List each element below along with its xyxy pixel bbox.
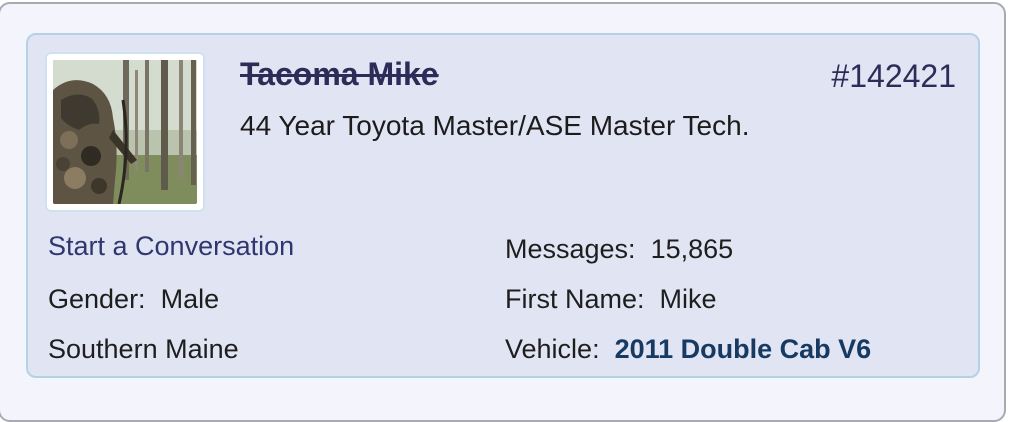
messages-label: Messages: — [505, 234, 636, 264]
vehicle-label: Vehicle: — [505, 334, 600, 364]
location: Southern Maine — [48, 334, 239, 364]
gender-value: Male — [160, 284, 220, 314]
gender-label: Gender: — [48, 284, 146, 314]
user-title: 44 Year Toyota Master/ASE Master Tech. — [240, 110, 750, 141]
vehicle-value: 2011 Double Cab V6 — [614, 334, 872, 364]
gender-row: Gender: Male — [48, 284, 219, 315]
first-name-label: First Name: — [505, 284, 645, 314]
start-conversation-link[interactable]: Start a Conversation — [48, 231, 294, 262]
messages-value: 15,865 — [650, 234, 734, 264]
vehicle-row: Vehicle: 2011 Double Cab V6 — [505, 334, 871, 365]
username[interactable]: Tacoma Mike — [240, 56, 439, 93]
user-id: #142421 — [831, 58, 956, 94]
avatar-frame[interactable] — [45, 52, 205, 212]
avatar[interactable] — [53, 60, 197, 204]
first-name-row: First Name: Mike — [505, 284, 717, 315]
messages-row: Messages: 15,865 — [505, 234, 733, 265]
first-name-value: Mike — [659, 284, 717, 314]
